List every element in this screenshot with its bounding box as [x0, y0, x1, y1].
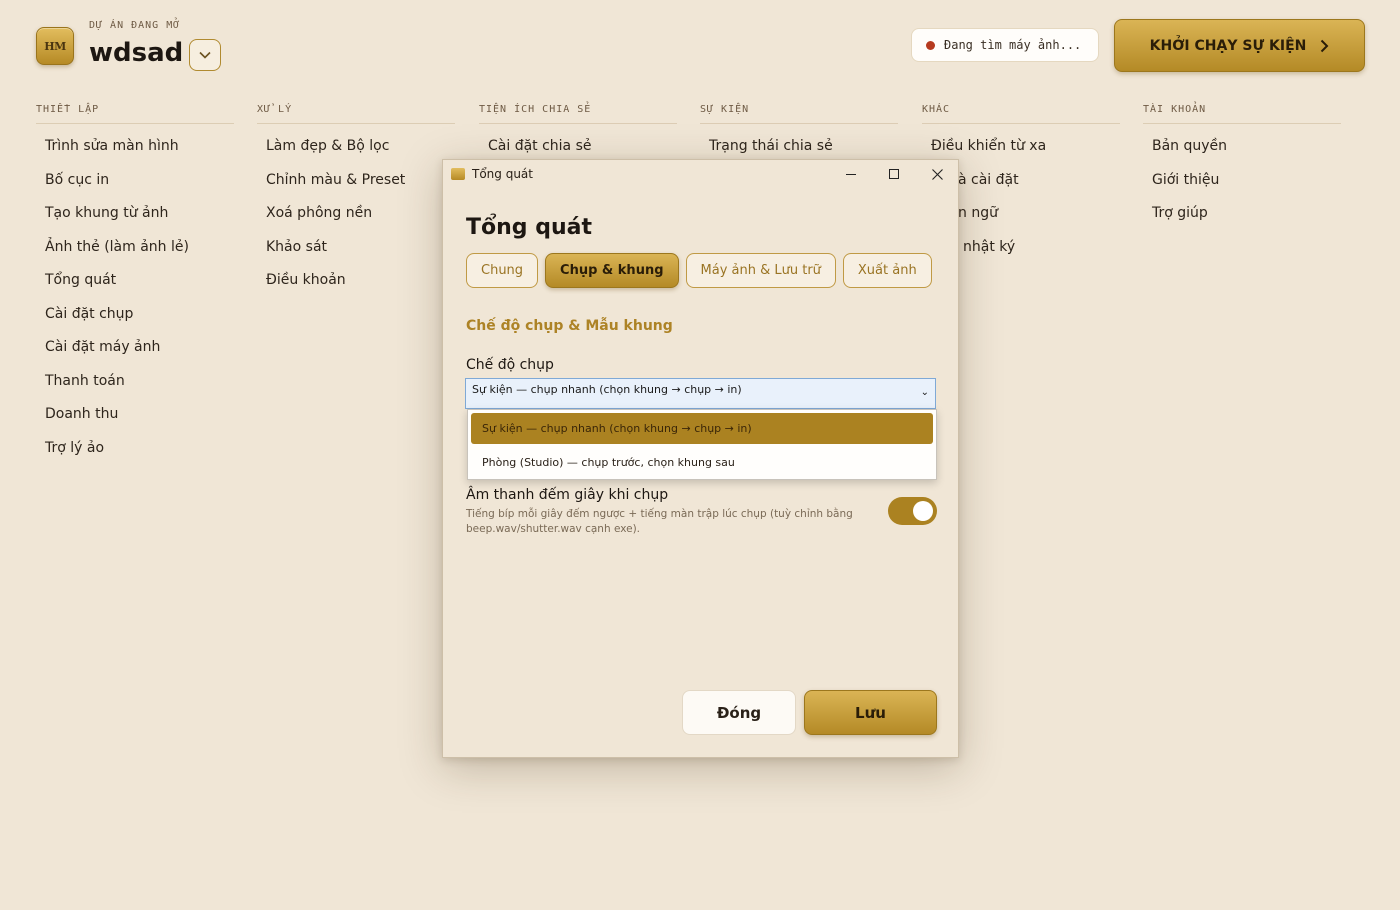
logo-text: HM — [44, 39, 66, 53]
menu-item[interactable]: Chỉnh màu & Preset — [257, 170, 455, 204]
launch-event-button[interactable]: KHỞI CHẠY SỰ KIỆN — [1114, 19, 1365, 72]
menu-item[interactable]: Điều khoản — [257, 270, 455, 304]
close-window-button[interactable] — [916, 160, 958, 188]
status-dot — [926, 40, 935, 50]
minimize-button[interactable] — [830, 160, 872, 188]
column-heading: SỰ KIỆN — [700, 104, 898, 124]
menu-item[interactable]: Giới thiệu — [1143, 170, 1341, 204]
minimize-icon — [846, 174, 856, 175]
menu-item[interactable]: Ảnh thẻ (làm ảnh lẻ) — [36, 237, 234, 271]
chevron-down-icon — [199, 51, 211, 59]
tab-camera-storage[interactable]: Máy ảnh & Lưu trữ — [685, 253, 836, 288]
column-heading: TÀI KHOẢN — [1143, 104, 1341, 124]
column-heading: THIẾT LẬP — [36, 104, 234, 124]
capture-mode-value: Sự kiện — chụp nhanh (chọn khung → chụp … — [472, 383, 742, 396]
menu-item[interactable]: Doanh thu — [36, 404, 234, 438]
close-button[interactable]: Đóng — [682, 690, 796, 735]
menu-item[interactable]: Trợ giúp — [1143, 203, 1341, 237]
menu-item[interactable]: Tổng quát — [36, 270, 234, 304]
tab-export[interactable]: Xuất ảnh — [842, 253, 932, 288]
dialog-tabs: Chung Chụp & khung Máy ảnh & Lưu trữ Xuấ… — [466, 253, 932, 288]
camera-status: Đang tìm máy ảnh... — [911, 28, 1099, 62]
window-title: Tổng quát — [472, 167, 533, 181]
tab-general[interactable]: Chung — [466, 253, 539, 288]
capture-mode-dropdown: Sự kiện — chụp nhanh (chọn khung → chụp … — [467, 409, 937, 480]
project-label: DỰ ÁN ĐANG MỞ — [89, 20, 181, 31]
countdown-sound-description: Tiếng bíp mỗi giây đếm ngược + tiếng màn… — [466, 508, 853, 535]
close-icon — [931, 168, 943, 180]
maximize-icon — [889, 169, 899, 179]
project-switch-button[interactable] — [189, 39, 221, 71]
menu-column: TÀI KHOẢN Bản quyền Giới thiệu Trợ giúp — [1143, 104, 1341, 237]
camera-status-text: Đang tìm máy ảnh... — [944, 38, 1082, 52]
capture-mode-select[interactable]: Sự kiện — chụp nhanh (chọn khung → chụp … — [465, 378, 936, 409]
dialog-titlebar[interactable]: Tổng quát — [443, 160, 958, 188]
menu-item[interactable]: Trợ lý ảo — [36, 438, 234, 472]
chevron-right-icon — [1321, 39, 1329, 52]
menu-item[interactable]: Tạo khung từ ảnh — [36, 203, 234, 237]
column-heading: KHÁC — [922, 104, 1120, 124]
maximize-button[interactable] — [873, 160, 915, 188]
menu-item[interactable]: Trình sửa màn hình — [36, 136, 234, 170]
capture-mode-label: Chế độ chụp — [466, 357, 554, 373]
toggle-knob — [913, 501, 933, 521]
tab-capture-frame[interactable]: Chụp & khung — [545, 253, 679, 288]
menu-column: THIẾT LẬP Trình sửa màn hình Bố cục in T… — [36, 104, 234, 471]
project-name: wdsad — [89, 38, 184, 68]
launch-event-label: KHỞI CHẠY SỰ KIỆN — [1149, 37, 1307, 54]
menu-item[interactable]: Xoá phông nền — [257, 203, 455, 237]
countdown-sound-title: Âm thanh đếm giây khi chụp — [466, 487, 669, 503]
dropdown-option-studio[interactable]: Phòng (Studio) — chụp trước, chọn khung … — [471, 447, 933, 478]
dialog-heading: Tổng quát — [466, 215, 592, 240]
menu-item[interactable]: Cài đặt máy ảnh — [36, 337, 234, 371]
chevron-down-icon: ⌄ — [920, 387, 929, 398]
dropdown-option-event[interactable]: Sự kiện — chụp nhanh (chọn khung → chụp … — [471, 413, 933, 444]
settings-dialog: Tổng quát Tổng quát Chung Chụp & khung M… — [442, 159, 959, 758]
column-heading: XỬ LÝ — [257, 104, 455, 124]
menu-item[interactable]: Làm đẹp & Bộ lọc — [257, 136, 455, 170]
menu-item[interactable]: Bố cục in — [36, 170, 234, 204]
menu-item[interactable]: Khảo sát — [257, 237, 455, 271]
menu-column: XỬ LÝ Làm đẹp & Bộ lọc Chỉnh màu & Prese… — [257, 104, 455, 304]
section-title: Chế độ chụp & Mẫu khung — [466, 318, 673, 334]
menu-item[interactable]: Cài đặt chụp — [36, 304, 234, 338]
menu-item[interactable]: Thanh toán — [36, 371, 234, 405]
menu-item[interactable]: Bản quyền — [1143, 136, 1341, 170]
app-icon — [451, 168, 465, 180]
save-button[interactable]: Lưu — [804, 690, 937, 735]
countdown-sound-toggle[interactable] — [888, 497, 937, 525]
app-logo: HM — [36, 27, 74, 65]
column-heading: TIỆN ÍCH CHIA SẺ — [479, 104, 677, 124]
